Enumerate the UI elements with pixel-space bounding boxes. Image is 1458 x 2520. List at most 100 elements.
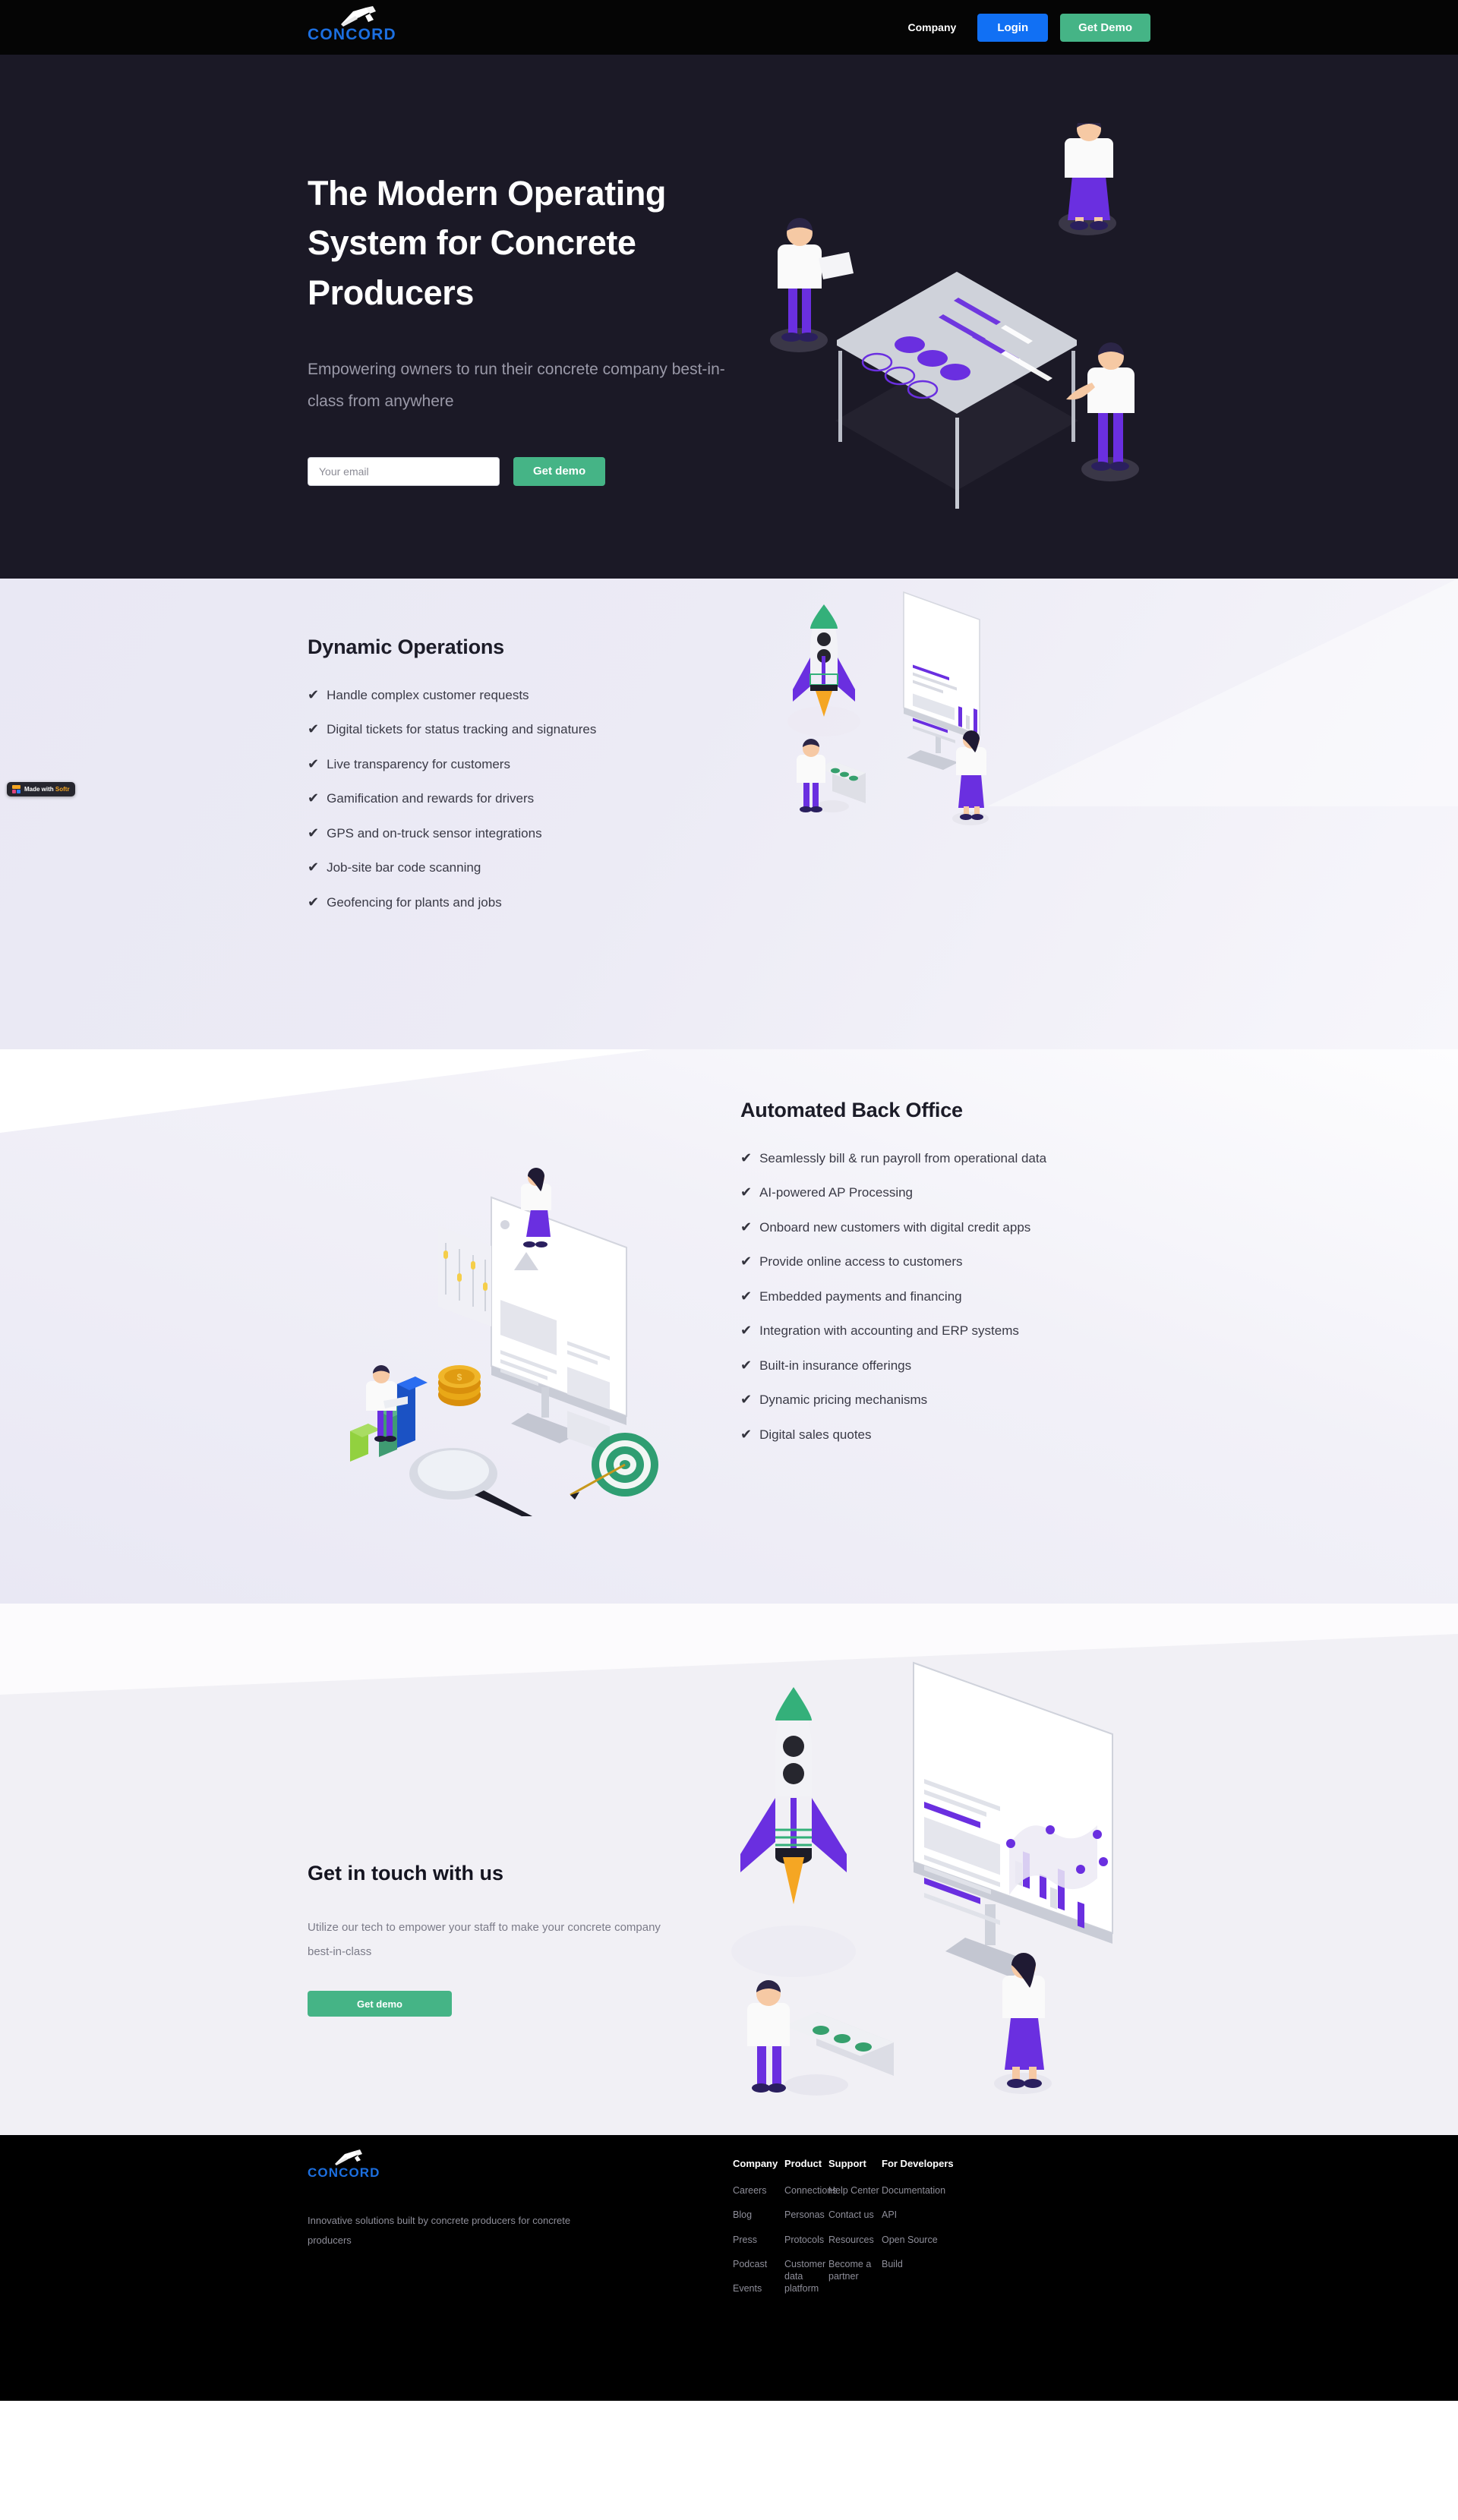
check-icon: ✔ bbox=[740, 1254, 753, 1269]
footer-link[interactable]: Build bbox=[882, 2258, 973, 2270]
hero-email-form: Get demo bbox=[308, 456, 733, 486]
footer-tagline: Innovative solutions built by concrete p… bbox=[308, 2215, 571, 2246]
footer-column-heading: Support bbox=[828, 2158, 866, 2169]
footer-link[interactable]: Careers bbox=[733, 2184, 784, 2197]
email-input[interactable] bbox=[308, 456, 500, 486]
softr-logo-icon bbox=[12, 785, 21, 793]
check-icon: ✔ bbox=[308, 687, 320, 702]
footer-link[interactable]: Help Center bbox=[828, 2184, 882, 2197]
feature-text: GPS and on-truck sensor integrations bbox=[327, 825, 542, 841]
feature-text: Embedded payments and financing bbox=[759, 1288, 962, 1304]
svg-text:$: $ bbox=[457, 1372, 462, 1383]
feature-text: Digital sales quotes bbox=[759, 1427, 872, 1442]
footer-link[interactable]: Blog bbox=[733, 2209, 784, 2221]
footer-link[interactable]: Events bbox=[733, 2282, 784, 2294]
footer-column-heading: For Developers bbox=[882, 2158, 954, 2169]
operations-feature-list: ✔ Handle complex customer requests ✔ Dig… bbox=[308, 686, 778, 911]
footer-link[interactable]: Documentation bbox=[882, 2184, 973, 2197]
site-footer: CONCORD Innovative solutions built by co… bbox=[0, 2135, 1458, 2401]
back-office-section: Automated Back Office ✔ Seamlessly bill … bbox=[0, 1049, 1458, 1604]
operations-illustration bbox=[787, 591, 989, 825]
contact-section: Get in touch with us Utilize our tech to… bbox=[0, 1604, 1458, 2135]
list-item: ✔ Live transparency for customers bbox=[308, 755, 778, 773]
check-icon: ✔ bbox=[308, 721, 320, 737]
footer-logo[interactable]: CONCORD bbox=[308, 2149, 399, 2187]
contact-content: Get in touch with us Utilize our tech to… bbox=[308, 1862, 664, 2017]
footer-column-product: Product Connections Personas Protocols C… bbox=[784, 2158, 838, 2307]
hero-subtitle: Empowering owners to run their concrete … bbox=[308, 360, 725, 410]
feature-text: Onboard new customers with digital credi… bbox=[759, 1219, 1031, 1235]
check-icon: ✔ bbox=[740, 1150, 753, 1165]
footer-link[interactable]: Open Source bbox=[882, 2234, 973, 2246]
hero-section: The Modern Operating System for Concrete… bbox=[0, 55, 1458, 579]
check-icon: ✔ bbox=[308, 894, 320, 910]
check-icon: ✔ bbox=[740, 1288, 753, 1304]
header-nav: Company Login Get Demo bbox=[899, 0, 1150, 55]
footer-column-company: Company Careers Blog Press Podcast Event… bbox=[733, 2158, 784, 2307]
footer-link[interactable]: Connections bbox=[784, 2184, 838, 2197]
footer-column-support: Support Help Center Contact us Resources… bbox=[828, 2158, 882, 2307]
diagonal-divider bbox=[0, 1049, 653, 1133]
list-item: ✔ Digital sales quotes bbox=[740, 1426, 1143, 1443]
made-with-softr-badge[interactable]: Made with Softr bbox=[7, 782, 75, 796]
footer-link[interactable]: Personas bbox=[784, 2209, 828, 2221]
check-icon: ✔ bbox=[308, 755, 320, 771]
list-item: ✔ Seamlessly bill & run payroll from ope… bbox=[740, 1150, 1143, 1167]
logo-text: CONCORD bbox=[308, 26, 396, 43]
login-button[interactable]: Login bbox=[977, 13, 1049, 42]
back-office-content: Automated Back Office ✔ Seamlessly bill … bbox=[740, 1099, 1143, 1460]
footer-link[interactable]: Customer data platform bbox=[784, 2258, 828, 2295]
list-item: ✔ Provide online access to customers bbox=[740, 1253, 1143, 1270]
logo[interactable]: CONCORD bbox=[308, 5, 399, 49]
feature-text: Geofencing for plants and jobs bbox=[327, 894, 502, 910]
list-item: ✔ Job-site bar code scanning bbox=[308, 859, 778, 876]
list-item: ✔ Dynamic pricing mechanisms bbox=[740, 1391, 1143, 1408]
feature-text: Job-site bar code scanning bbox=[327, 860, 481, 875]
feature-text: Provide online access to customers bbox=[759, 1254, 963, 1269]
hero-get-demo-button[interactable]: Get demo bbox=[513, 456, 606, 486]
operations-content: Dynamic Operations ✔ Handle complex cust… bbox=[308, 636, 778, 928]
footer-link[interactable]: Press bbox=[733, 2234, 784, 2246]
hero-illustration bbox=[770, 123, 1139, 509]
back-office-feature-list: ✔ Seamlessly bill & run payroll from ope… bbox=[740, 1150, 1143, 1443]
list-item: ✔ Gamification and rewards for drivers bbox=[308, 790, 778, 807]
hero-copy: The Modern Operating System for Concrete… bbox=[308, 169, 733, 486]
check-icon: ✔ bbox=[308, 859, 320, 875]
contact-illustration bbox=[731, 1661, 1113, 2096]
feature-text: Dynamic pricing mechanisms bbox=[759, 1392, 928, 1408]
footer-link[interactable]: Resources bbox=[828, 2234, 882, 2246]
list-item: ✔ Built-in insurance offerings bbox=[740, 1357, 1143, 1374]
check-icon: ✔ bbox=[740, 1323, 753, 1339]
feature-text: Digital tickets for status tracking and … bbox=[327, 722, 597, 737]
footer-link[interactable]: Protocols bbox=[784, 2234, 828, 2246]
feature-text: Handle complex customer requests bbox=[327, 688, 529, 702]
footer-link[interactable]: Contact us bbox=[828, 2209, 882, 2221]
contact-subtitle: Utilize our tech to empower your staff t… bbox=[308, 1921, 661, 1958]
feature-text: Integration with accounting and ERP syst… bbox=[759, 1323, 1019, 1339]
feature-text: AI-powered AP Processing bbox=[759, 1185, 914, 1200]
footer-logo-text: CONCORD bbox=[308, 2165, 380, 2180]
list-item: ✔ GPS and on-truck sensor integrations bbox=[308, 825, 778, 842]
feature-text: Gamification and rewards for drivers bbox=[327, 791, 535, 806]
nav-link-company[interactable]: Company bbox=[899, 21, 966, 33]
check-icon: ✔ bbox=[740, 1219, 753, 1235]
list-item: ✔ Integration with accounting and ERP sy… bbox=[740, 1322, 1143, 1339]
contact-get-demo-button[interactable]: Get demo bbox=[308, 1991, 452, 2017]
check-icon: ✔ bbox=[740, 1392, 753, 1408]
footer-link[interactable]: API bbox=[882, 2209, 973, 2221]
footer-link[interactable]: Become a partner bbox=[828, 2258, 882, 2283]
get-demo-button[interactable]: Get Demo bbox=[1060, 13, 1150, 42]
contact-title: Get in touch with us bbox=[308, 1862, 503, 1884]
list-item: ✔ Handle complex customer requests bbox=[308, 686, 778, 704]
check-icon: ✔ bbox=[740, 1426, 753, 1442]
back-office-illustration: $ bbox=[350, 1168, 658, 1516]
list-item: ✔ Digital tickets for status tracking an… bbox=[308, 721, 778, 738]
site-header: CONCORD Company Login Get Demo bbox=[0, 0, 1458, 55]
badge-brand: Softr bbox=[55, 786, 70, 793]
softr-badge-text: Made with Softr bbox=[24, 786, 70, 793]
footer-link[interactable]: Podcast bbox=[733, 2258, 784, 2270]
back-office-title: Automated Back Office bbox=[740, 1099, 963, 1121]
check-icon: ✔ bbox=[308, 825, 320, 841]
check-icon: ✔ bbox=[740, 1184, 753, 1200]
footer-column-heading: Company bbox=[733, 2158, 778, 2169]
